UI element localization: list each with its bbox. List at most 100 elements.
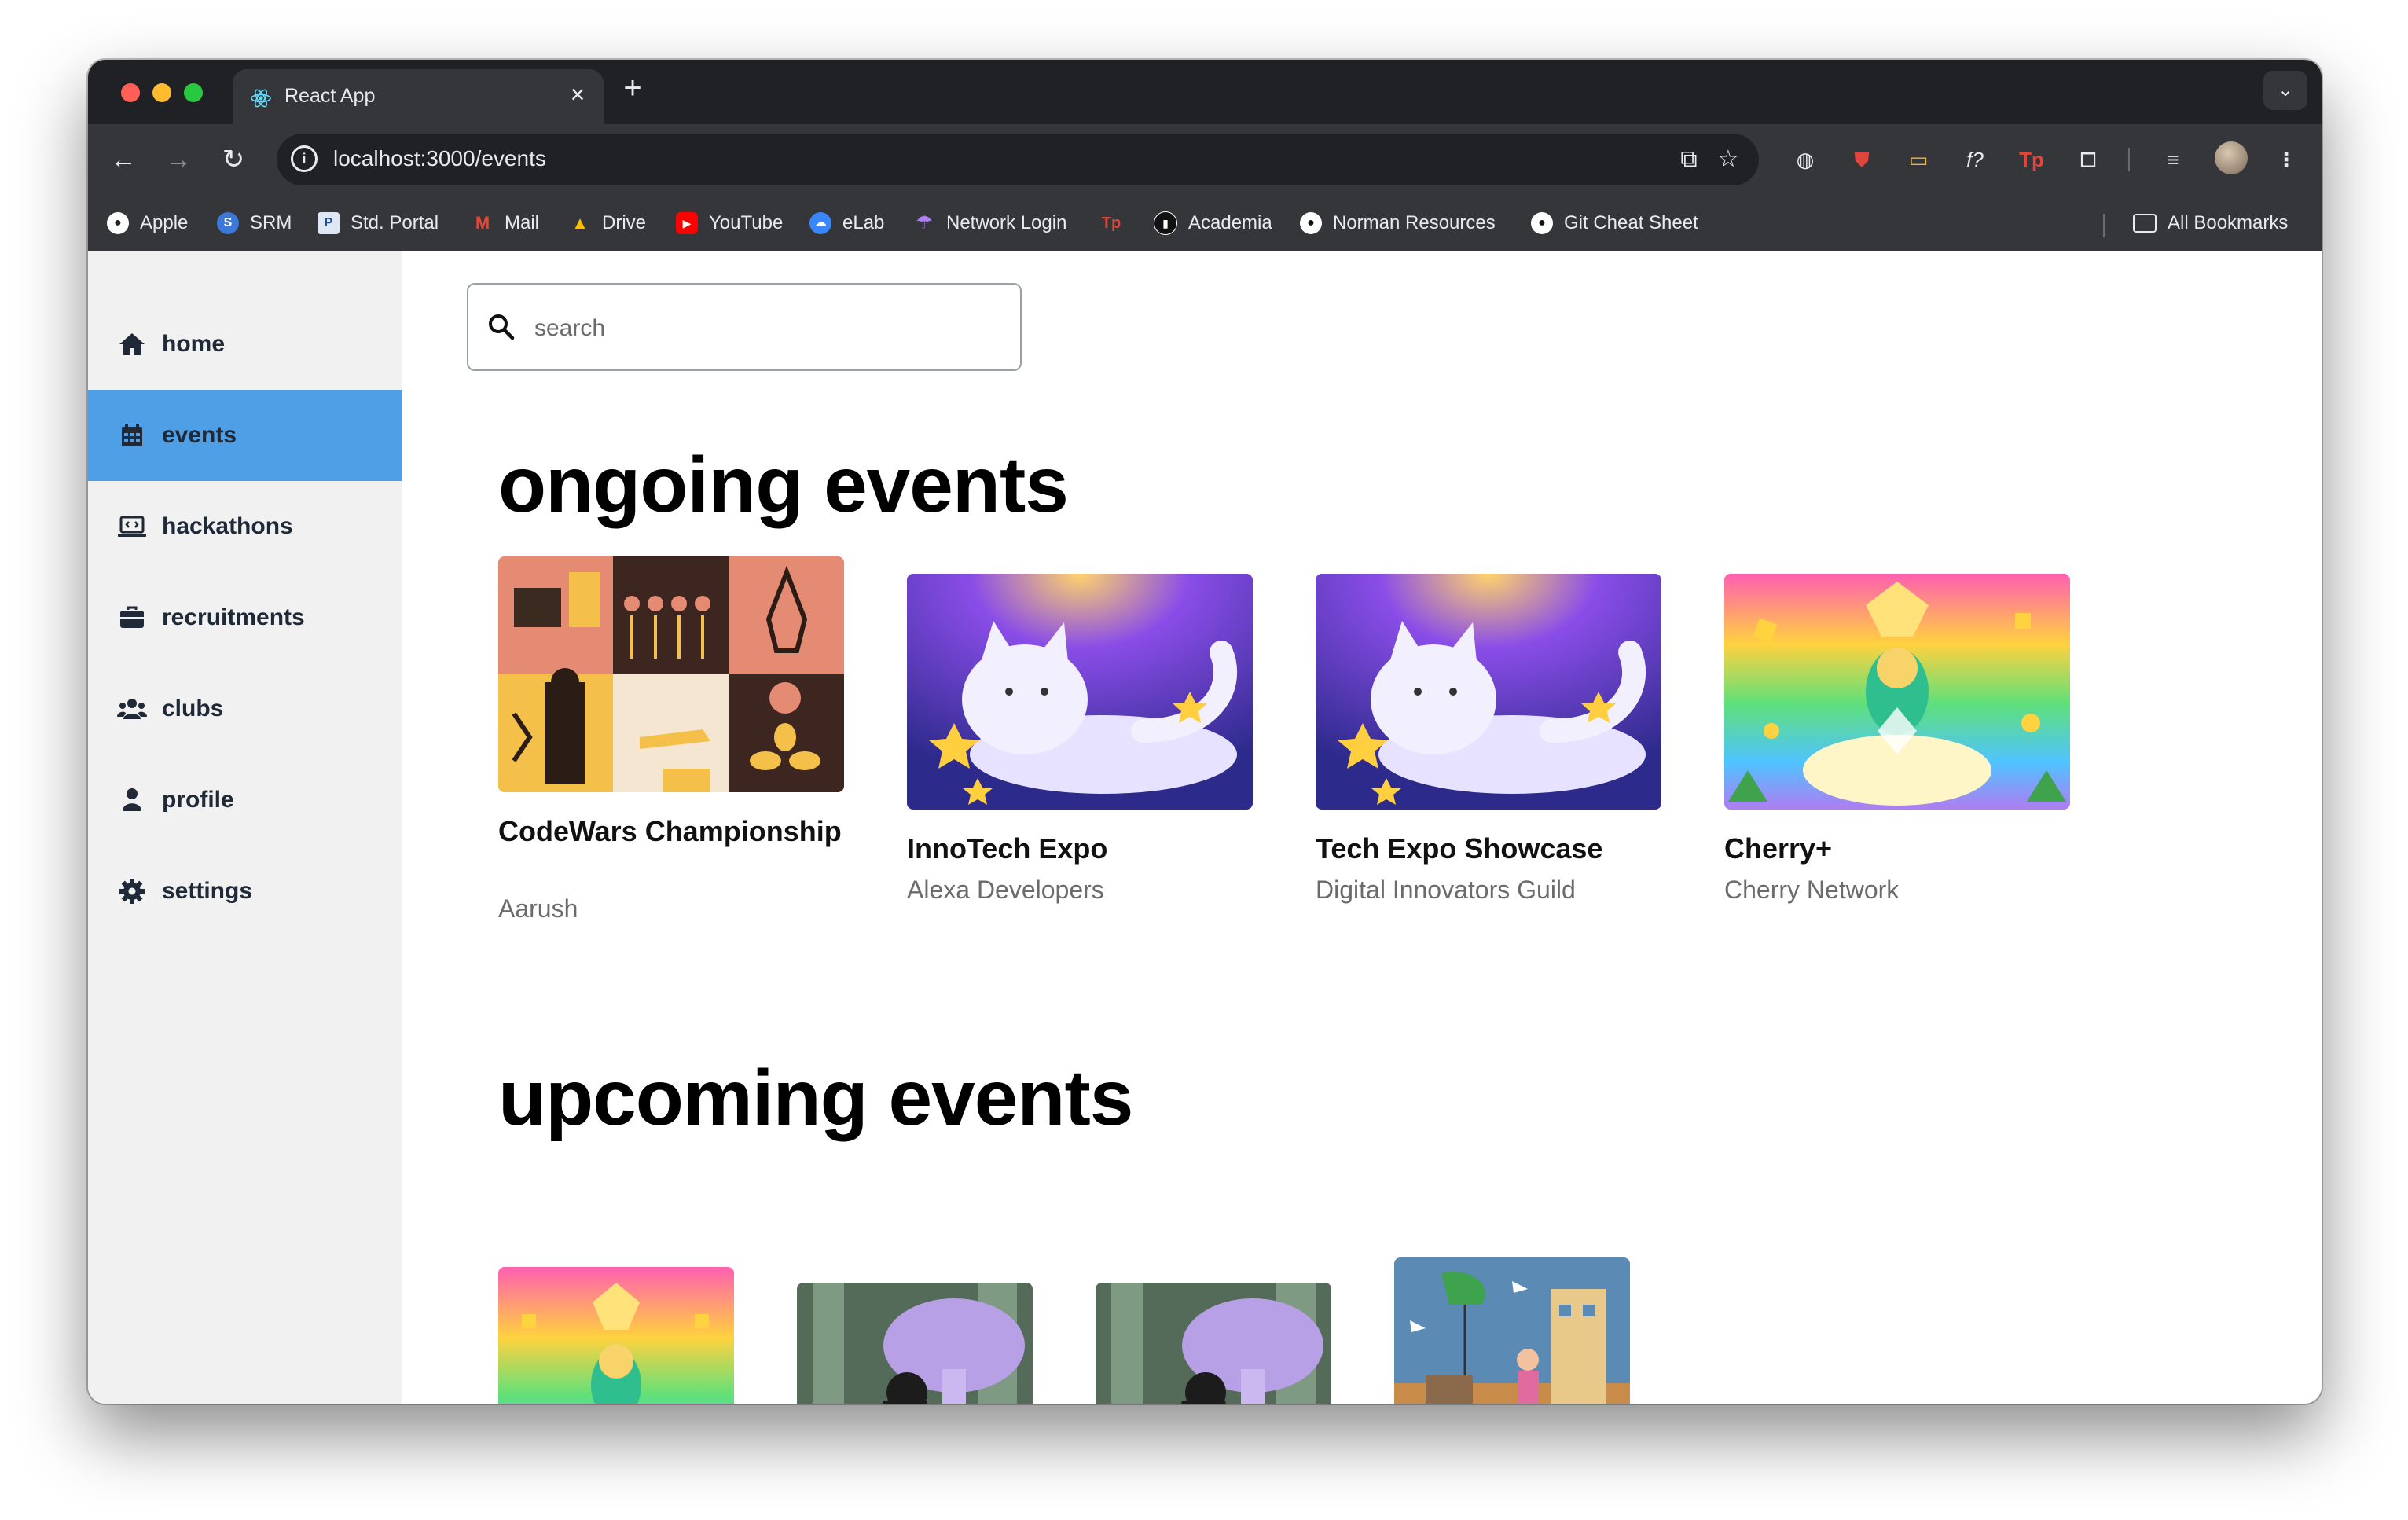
portal-icon: P	[318, 212, 340, 234]
minimize-window-button[interactable]	[152, 83, 171, 102]
event-organizer: Digital Innovators Guild	[1316, 876, 1576, 904]
event-card[interactable]: InnoTech Expo Alexa Developers	[907, 574, 1253, 920]
event-image[interactable]	[498, 556, 844, 792]
sidebar-item-settings[interactable]: settings	[88, 846, 402, 937]
apple-icon: ●	[107, 212, 129, 234]
tab-strip: React App × + ⌄	[88, 60, 2322, 124]
sidebar: home events hackathons recruitments club…	[88, 251, 402, 1404]
main-content: ongoing events	[402, 251, 2322, 1404]
new-tab-button[interactable]: +	[613, 71, 652, 106]
toolbar-divider	[2128, 148, 2130, 171]
illustration-grid	[498, 556, 844, 792]
browser-toolbar: ← → ↻ i localhost:3000/events ⧉ ☆ ◍ ⛊ ▭ …	[88, 124, 2322, 195]
react-icon	[251, 89, 271, 108]
bookmark-network-login[interactable]: ☂ Network Login	[913, 211, 1066, 236]
event-image[interactable]	[907, 574, 1253, 810]
event-title[interactable]: Cherry+	[1724, 832, 2070, 866]
bookmarks-bar: ● Apple S SRM P Std. Portal M Mail ▲ Dri…	[88, 195, 2322, 252]
event-title[interactable]: CodeWars Championship	[498, 814, 844, 849]
search-box[interactable]	[467, 283, 1022, 371]
laptop-code-icon	[118, 516, 146, 537]
event-card[interactable]: Cherry+ Cherry Network	[1724, 574, 2070, 920]
upcoming-event-card[interactable]	[797, 1283, 1033, 1404]
gmail-icon: M	[475, 213, 490, 233]
event-title[interactable]: InnoTech Expo	[907, 832, 1253, 866]
profile-avatar[interactable]	[2215, 141, 2248, 174]
close-tab-icon[interactable]: ×	[564, 80, 591, 109]
address-bar[interactable]: i localhost:3000/events ⧉ ☆	[277, 134, 1759, 185]
bookmark-star-icon[interactable]: ☆	[1713, 145, 1743, 174]
upcoming-event-card[interactable]	[1096, 1283, 1331, 1404]
url-text[interactable]: localhost:3000/events	[333, 146, 546, 171]
illustration-cat	[1316, 574, 1661, 810]
illustration-mushroom	[797, 1283, 1033, 1404]
browser-tab[interactable]: React App ×	[233, 69, 604, 124]
bookmark-mail[interactable]: M Mail	[472, 211, 539, 236]
browser-window: React App × + ⌄ ← → ↻ i localhost:3000/e…	[88, 60, 2322, 1404]
drive-icon: ▲	[571, 213, 589, 233]
maximize-window-button[interactable]	[184, 83, 203, 102]
github-icon: ●	[1300, 212, 1322, 234]
formula-extension-icon[interactable]: f?	[1958, 143, 1991, 176]
all-bookmarks-button[interactable]: All Bookmarks	[2133, 211, 2288, 236]
users-icon	[117, 699, 147, 719]
bookmarks-divider	[2103, 214, 2105, 237]
folder-icon	[2133, 214, 2157, 233]
upcoming-event-card[interactable]	[1394, 1257, 1630, 1404]
site-info-icon[interactable]: i	[291, 145, 318, 172]
tp-icon: Tp	[1101, 215, 1121, 232]
srm-icon: S	[217, 212, 239, 234]
sidebar-item-hackathons[interactable]: hackathons	[88, 481, 402, 572]
bookmark-youtube[interactable]: ▶ YouTube	[676, 211, 783, 236]
event-image[interactable]	[1316, 574, 1661, 810]
bookmark-srm[interactable]: S SRM	[217, 211, 292, 236]
umbrella-icon: ☂	[916, 212, 933, 233]
ublock-extension-icon[interactable]: ⛊	[1845, 143, 1878, 176]
close-window-button[interactable]	[121, 83, 140, 102]
upcoming-events-heading: upcoming events	[498, 1054, 1133, 1142]
illustration-mushroom	[1096, 1283, 1331, 1404]
sidebar-item-events[interactable]: events	[88, 390, 402, 481]
bookmark-drive[interactable]: ▲ Drive	[569, 211, 646, 236]
ongoing-events-heading: ongoing events	[498, 441, 1069, 529]
sidebar-item-recruitments[interactable]: recruitments	[88, 572, 402, 663]
event-image[interactable]	[1724, 574, 2070, 810]
upcoming-event-card[interactable]	[498, 1267, 734, 1404]
menu-kebab-icon[interactable]: ⋮	[2270, 143, 2303, 176]
terminal-extension-icon[interactable]: ▭	[1902, 143, 1935, 176]
illustration-cat	[907, 574, 1253, 810]
cloud-icon: ☁	[809, 212, 831, 234]
home-icon	[119, 333, 145, 355]
event-organizer: Aarush	[498, 894, 578, 923]
sidebar-item-clubs[interactable]: clubs	[88, 663, 402, 754]
youtube-icon: ▶	[676, 212, 698, 234]
event-title[interactable]: Tech Expo Showcase	[1316, 832, 1661, 866]
bookmark-tp[interactable]: Tp	[1100, 211, 1133, 236]
event-card[interactable]: Tech Expo Showcase Digital Innovators Gu…	[1316, 574, 1661, 920]
install-app-icon[interactable]: ⧉	[1674, 145, 1704, 174]
illustration-rainbow	[1724, 574, 2070, 810]
event-card[interactable]: CodeWars Championship Aarush	[498, 556, 844, 949]
sidebar-item-home[interactable]: home	[88, 299, 402, 390]
gear-icon	[119, 879, 145, 904]
bookmark-git-cheat-sheet[interactable]: ● Git Cheat Sheet	[1531, 211, 1698, 236]
sidebar-item-profile[interactable]: profile	[88, 754, 402, 846]
back-button[interactable]: ←	[104, 140, 143, 179]
globe-extension-icon[interactable]: ◍	[1789, 143, 1822, 176]
extensions-puzzle-icon[interactable]: ⧠	[2072, 143, 2105, 176]
github-icon: ●	[1531, 212, 1553, 234]
tp-extension-icon[interactable]: Tp	[2015, 143, 2048, 176]
media-control-icon[interactable]: ≡	[2157, 143, 2190, 176]
bookmark-elab[interactable]: ☁ eLab	[809, 211, 884, 236]
bookmark-apple[interactable]: ● Apple	[107, 211, 188, 236]
bookmark-academia[interactable]: ▮ Academia	[1154, 211, 1272, 236]
search-input[interactable]	[533, 308, 1000, 349]
tab-title: React App	[284, 85, 376, 107]
bookmark-norman-resources[interactable]: ● Norman Resources	[1300, 211, 1496, 236]
bookmark-std-portal[interactable]: P Std. Portal	[318, 211, 439, 236]
app-page: home events hackathons recruitments club…	[88, 251, 2322, 1404]
briefcase-icon	[120, 606, 144, 628]
reload-button[interactable]: ↻	[214, 140, 253, 179]
forward-button[interactable]: →	[159, 140, 198, 179]
tab-search-button[interactable]: ⌄	[2263, 71, 2307, 110]
